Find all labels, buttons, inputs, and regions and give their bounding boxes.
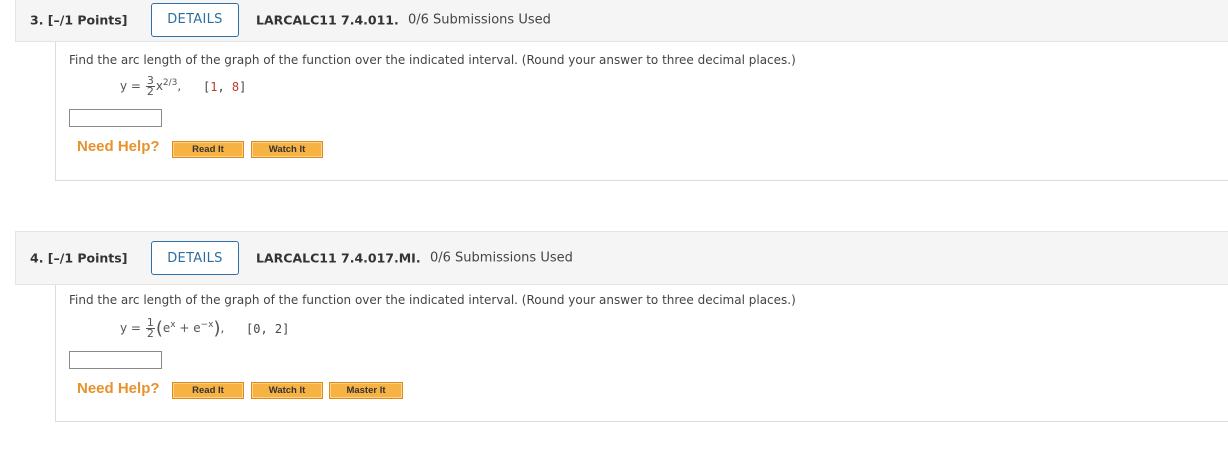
question-3-read-it-button[interactable]: Read It — [172, 141, 244, 158]
question-3-code: LARCALC11 7.4.011. — [256, 12, 399, 27]
question-4-code: LARCALC11 7.4.017.MI. — [256, 250, 421, 266]
question-4-master-it-button[interactable]: Master It — [329, 382, 403, 399]
question-3-watch-it-button[interactable]: Watch It — [251, 141, 323, 158]
equation-comma: , — [220, 321, 225, 335]
question-3-body: Find the arc length of the graph of the … — [55, 42, 1228, 181]
question-4-need-help: Need Help? — [77, 380, 160, 397]
question-4-read-it-button[interactable]: Read It — [172, 382, 244, 399]
question-4-body: Find the arc length of the graph of the … — [55, 285, 1228, 422]
question-4-answer-input[interactable] — [69, 351, 162, 369]
question-4-submissions: 0/6 Submissions Used — [430, 250, 573, 266]
equation-plus: + — [175, 321, 194, 335]
equation-variable: x — [155, 79, 163, 93]
question-4-watch-it-button[interactable]: Watch It — [251, 382, 323, 399]
equation-fraction: 3 2 — [145, 75, 155, 98]
question-4-header: 4. [–/1 Points] DETAILS LARCALC11 7.4.01… — [15, 231, 1228, 285]
question-3-equation: y = 3 2 x2/3, — [120, 75, 182, 98]
question-3-interval: [1, 8] — [203, 80, 246, 94]
equation-exp2: −x — [200, 320, 214, 330]
equation-fraction: 1 2 — [145, 317, 155, 340]
question-4-interval: [0, 2] — [246, 322, 290, 336]
question-3-prompt: Find the arc length of the graph of the … — [69, 53, 796, 67]
question-4-details-button[interactable]: DETAILS — [151, 241, 239, 275]
question-3-points: 3. [–/1 Points] — [30, 12, 128, 27]
question-3-submissions: 0/6 Submissions Used — [408, 12, 551, 27]
question-4-prompt: Find the arc length of the graph of the … — [69, 293, 796, 307]
equation-open-paren: ( — [155, 318, 163, 339]
equation-lhs: y = — [120, 79, 141, 93]
equation-exponent: 2/3 — [162, 78, 178, 88]
equation-term2: e — [193, 321, 201, 335]
fraction-denominator: 2 — [146, 327, 154, 340]
fraction-denominator: 2 — [146, 85, 154, 98]
question-4-points: 4. [–/1 Points] — [30, 250, 128, 266]
equation-comma: , — [177, 79, 182, 93]
question-4-equation: y = 1 2 (ex + e−x), — [120, 317, 225, 340]
question-3-header: 3. [–/1 Points] DETAILS LARCALC11 7.4.01… — [15, 0, 1228, 42]
interval-close: ] — [239, 80, 247, 94]
question-3-answer-input[interactable] — [69, 109, 162, 127]
equation-lhs: y = — [120, 321, 141, 335]
question-3-details-button[interactable]: DETAILS — [151, 2, 239, 37]
equation-close-paren: ) — [213, 318, 221, 339]
interval-sep: , — [217, 80, 232, 94]
question-3-need-help: Need Help? — [77, 138, 160, 155]
